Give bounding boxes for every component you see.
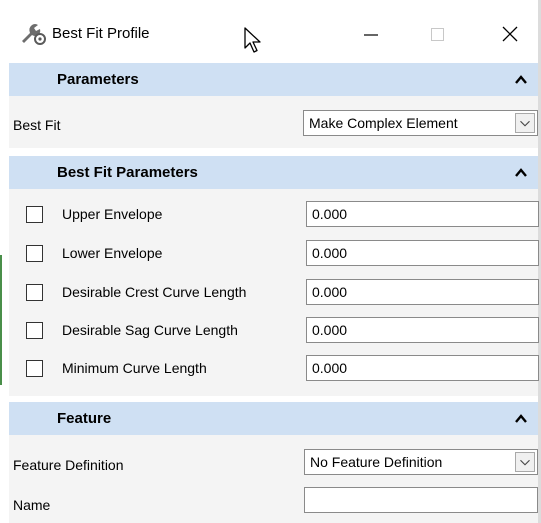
parameters-section: Parameters Best Fit Make Complex Element bbox=[9, 63, 538, 148]
mouse-cursor-icon bbox=[244, 27, 261, 53]
left-edge-accent bbox=[0, 255, 2, 385]
upper-envelope-label: Upper Envelope bbox=[62, 206, 163, 222]
collapse-chevron-up-icon[interactable] bbox=[514, 166, 528, 178]
maximize-button[interactable] bbox=[415, 12, 461, 56]
best-fit-label: Best Fit bbox=[13, 117, 61, 133]
feature-header[interactable]: Feature bbox=[9, 402, 538, 435]
name-input[interactable] bbox=[304, 487, 538, 513]
desirable-sag-curve-length-input[interactable]: 0.000 bbox=[306, 317, 539, 343]
minimum-curve-length-input[interactable]: 0.000 bbox=[306, 355, 539, 381]
feature-section: Feature Feature Definition No Feature De… bbox=[9, 402, 538, 523]
feature-title: Feature bbox=[57, 410, 112, 427]
desirable-crest-curve-length-input[interactable]: 0.000 bbox=[306, 279, 539, 305]
best-fit-parameters-title: Best Fit Parameters bbox=[57, 164, 198, 181]
best-fit-parameters-header[interactable]: Best Fit Parameters bbox=[9, 156, 538, 189]
desirable-crest-curve-length-label: Desirable Crest Curve Length bbox=[62, 284, 247, 300]
upper-envelope-checkbox[interactable] bbox=[26, 206, 43, 223]
lower-envelope-checkbox[interactable] bbox=[26, 245, 43, 262]
desirable-sag-curve-length-checkbox[interactable] bbox=[26, 322, 43, 339]
minimum-curve-length-label: Minimum Curve Length bbox=[62, 360, 207, 376]
best-fit-selected-value: Make Complex Element bbox=[309, 115, 458, 131]
desirable-crest-curve-length-checkbox[interactable] bbox=[26, 284, 43, 301]
minimum-curve-length-checkbox[interactable] bbox=[26, 360, 43, 377]
name-label: Name bbox=[13, 497, 51, 513]
feature-definition-selected-value: No Feature Definition bbox=[310, 454, 443, 470]
best-fit-select[interactable]: Make Complex Element bbox=[303, 110, 538, 136]
upper-envelope-input[interactable]: 0.000 bbox=[306, 201, 539, 227]
best-fit-parameters-section: Best Fit Parameters Upper Envelope 0.000… bbox=[9, 156, 539, 396]
feature-definition-label: Feature Definition bbox=[13, 457, 124, 473]
title-bar[interactable]: Best Fit Profile bbox=[0, 0, 538, 62]
lower-envelope-input[interactable]: 0.000 bbox=[306, 240, 539, 266]
minimize-button[interactable] bbox=[348, 12, 394, 56]
close-button[interactable] bbox=[487, 12, 533, 56]
wrench-gear-icon bbox=[22, 24, 46, 45]
parameters-title: Parameters bbox=[57, 71, 139, 88]
window-title: Best Fit Profile bbox=[52, 25, 150, 42]
chevron-down-icon[interactable] bbox=[515, 452, 535, 472]
collapse-chevron-up-icon[interactable] bbox=[514, 412, 528, 424]
lower-envelope-label: Lower Envelope bbox=[62, 245, 163, 261]
parameters-header[interactable]: Parameters bbox=[9, 63, 538, 96]
best-fit-profile-window: Best Fit Profile Parameters Best Fit Mak… bbox=[0, 0, 541, 523]
chevron-down-icon[interactable] bbox=[515, 113, 535, 133]
desirable-sag-curve-length-label: Desirable Sag Curve Length bbox=[62, 322, 238, 338]
collapse-chevron-up-icon[interactable] bbox=[514, 73, 528, 85]
feature-definition-select[interactable]: No Feature Definition bbox=[304, 449, 538, 475]
